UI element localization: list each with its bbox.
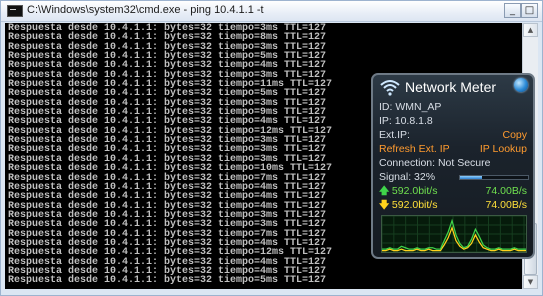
download-bits: 592.0bit/s xyxy=(391,199,438,211)
console-line: Respuesta desde 10.4.1.1: bytes=32 tiemp… xyxy=(8,275,327,287)
title-bar[interactable]: C:\Windows\system32\cmd.exe - ping 10.4.… xyxy=(1,1,542,22)
signal-bar-fill xyxy=(460,176,482,179)
gadget-header: Network Meter xyxy=(373,75,533,99)
connection-status: Connection: Not Secure xyxy=(379,157,491,169)
globe-icon[interactable] xyxy=(514,78,528,92)
arrow-down-icon: 🡇 xyxy=(379,200,390,211)
gadget-id: ID: WMN_AP xyxy=(379,101,442,113)
minimize-button[interactable]: _ xyxy=(504,3,521,18)
copy-link[interactable]: Copy xyxy=(502,129,527,141)
download-row: 🡇 592.0bit/s 74.00B/s xyxy=(379,199,527,212)
gadget-ip: IP: 10.8.1.8 xyxy=(379,115,433,127)
traffic-graph xyxy=(381,215,527,253)
signal-bar xyxy=(459,175,529,180)
scroll-down-icon[interactable]: ▼ xyxy=(523,275,538,289)
maximize-button[interactable]: □ xyxy=(521,3,538,18)
arrow-up-icon: 🡅 xyxy=(379,186,390,197)
signal-row: Signal: 32% xyxy=(379,171,529,183)
wifi-icon xyxy=(380,80,400,96)
ext-ip-label: Ext.IP: xyxy=(379,129,410,141)
signal-label: Signal: 32% xyxy=(379,171,436,183)
gadget-title: Network Meter xyxy=(405,79,497,95)
network-meter-gadget[interactable]: Network Meter ID: WMN_AP IP: 10.8.1.8 Ex… xyxy=(371,73,535,259)
ip-lookup-link[interactable]: IP Lookup xyxy=(480,143,527,155)
window-controls: _ □ xyxy=(504,3,538,18)
download-bytes: 74.00B/s xyxy=(485,199,527,211)
ext-ip-row: Ext.IP: Copy xyxy=(379,129,527,141)
upload-bits: 592.0bit/s xyxy=(391,185,438,197)
upload-bytes: 74.00B/s xyxy=(485,185,527,197)
upload-row: 🡅 592.0bit/s 74.00B/s xyxy=(379,185,527,198)
scroll-up-icon[interactable]: ▲ xyxy=(523,23,538,37)
window-title: C:\Windows\system32\cmd.exe - ping 10.4.… xyxy=(27,4,264,16)
cmd-window: C:\Windows\system32\cmd.exe - ping 10.4.… xyxy=(0,0,543,296)
refresh-ext-ip-link[interactable]: Refresh Ext. IP xyxy=(379,143,450,155)
cmd-icon xyxy=(7,5,23,17)
refresh-row: Refresh Ext. IP IP Lookup xyxy=(379,143,527,155)
